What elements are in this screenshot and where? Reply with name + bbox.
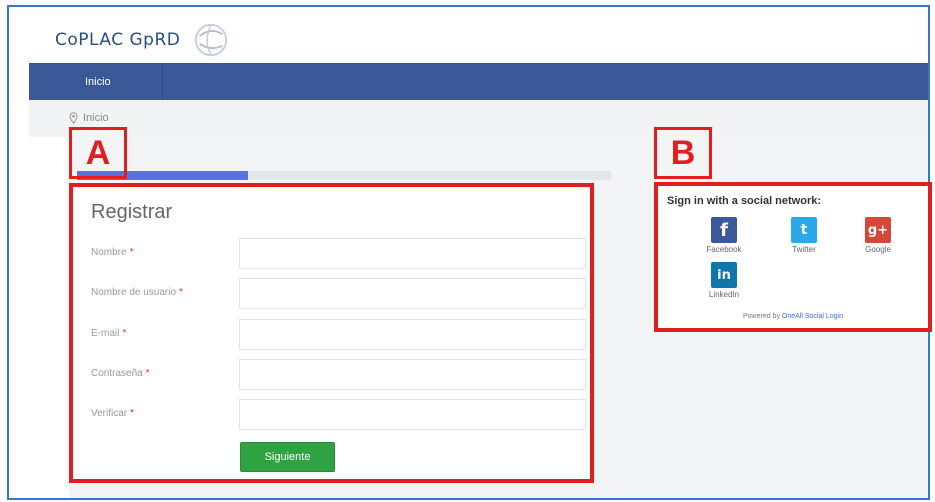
google-plus-icon: g+ (865, 217, 891, 243)
siguiente-button[interactable]: Siguiente (240, 442, 335, 472)
email-input[interactable] (239, 319, 586, 350)
oneall-link[interactable]: OneAll Social Login (782, 313, 843, 320)
required-mark: * (122, 328, 127, 339)
breadcrumb-bar: Inicio (29, 100, 928, 137)
linkedin-icon: in (711, 262, 737, 288)
form-row-email: E-mail * (73, 319, 590, 351)
social-linkedin[interactable]: in LinkedIn (694, 262, 754, 299)
powered-by-text: Powered by OneAll Social Login (742, 313, 843, 320)
facebook-icon: f (711, 217, 737, 243)
field-label: Nombre * (91, 247, 134, 258)
twitter-icon: t (791, 217, 817, 243)
register-title: Registrar (91, 201, 173, 223)
social-label: Facebook (706, 245, 742, 254)
annotation-label-b: B (654, 127, 712, 179)
brand[interactable]: CoPLAC GpRD (55, 23, 230, 57)
form-row-usuario: Nombre de usuario * (73, 278, 590, 310)
social-label: Twitter (792, 245, 816, 254)
username-input[interactable] (239, 278, 586, 309)
register-form-panel: Registrar Nombre * Nombre de usuario * E-m… (69, 183, 594, 483)
nav-item-label: Inicio (85, 75, 111, 88)
social-google[interactable]: g+ Google (848, 217, 908, 254)
globe-logo-icon (195, 23, 228, 57)
field-label: Verificar * (91, 408, 135, 419)
field-label: E-mail * (91, 328, 127, 339)
required-mark: * (130, 408, 135, 419)
field-label: Contraseña * (91, 368, 150, 379)
required-mark: * (145, 368, 150, 379)
nombre-input[interactable] (239, 238, 586, 269)
form-row-nombre: Nombre * (73, 238, 590, 270)
form-row-verify: Verificar * (73, 399, 590, 431)
required-mark: * (179, 287, 183, 298)
social-login-panel: Sign in with a social network: f Faceboo… (654, 182, 932, 332)
annotation-label-a: A (69, 127, 127, 179)
password-input[interactable] (239, 359, 586, 390)
brand-name: CoPLAC GpRD (55, 30, 181, 50)
social-label: LinkedIn (708, 290, 740, 299)
registration-progress-bar (77, 171, 611, 180)
verify-password-input[interactable] (239, 399, 586, 430)
social-twitter[interactable]: t Twitter (774, 217, 834, 254)
field-label: Nombre de usuario * (91, 287, 183, 298)
breadcrumb: Inicio (69, 112, 109, 124)
social-login-title: Sign in with a social network: (667, 195, 822, 207)
social-facebook[interactable]: f Facebook (694, 217, 754, 254)
required-mark: * (129, 247, 134, 258)
map-pin-icon (69, 112, 78, 124)
breadcrumb-link-inicio[interactable]: Inicio (83, 112, 109, 124)
social-label: Google (865, 245, 891, 254)
nav-item-inicio[interactable]: Inicio (75, 63, 163, 100)
form-row-password: Contraseña * (73, 359, 590, 391)
top-navbar: Inicio (29, 63, 928, 100)
